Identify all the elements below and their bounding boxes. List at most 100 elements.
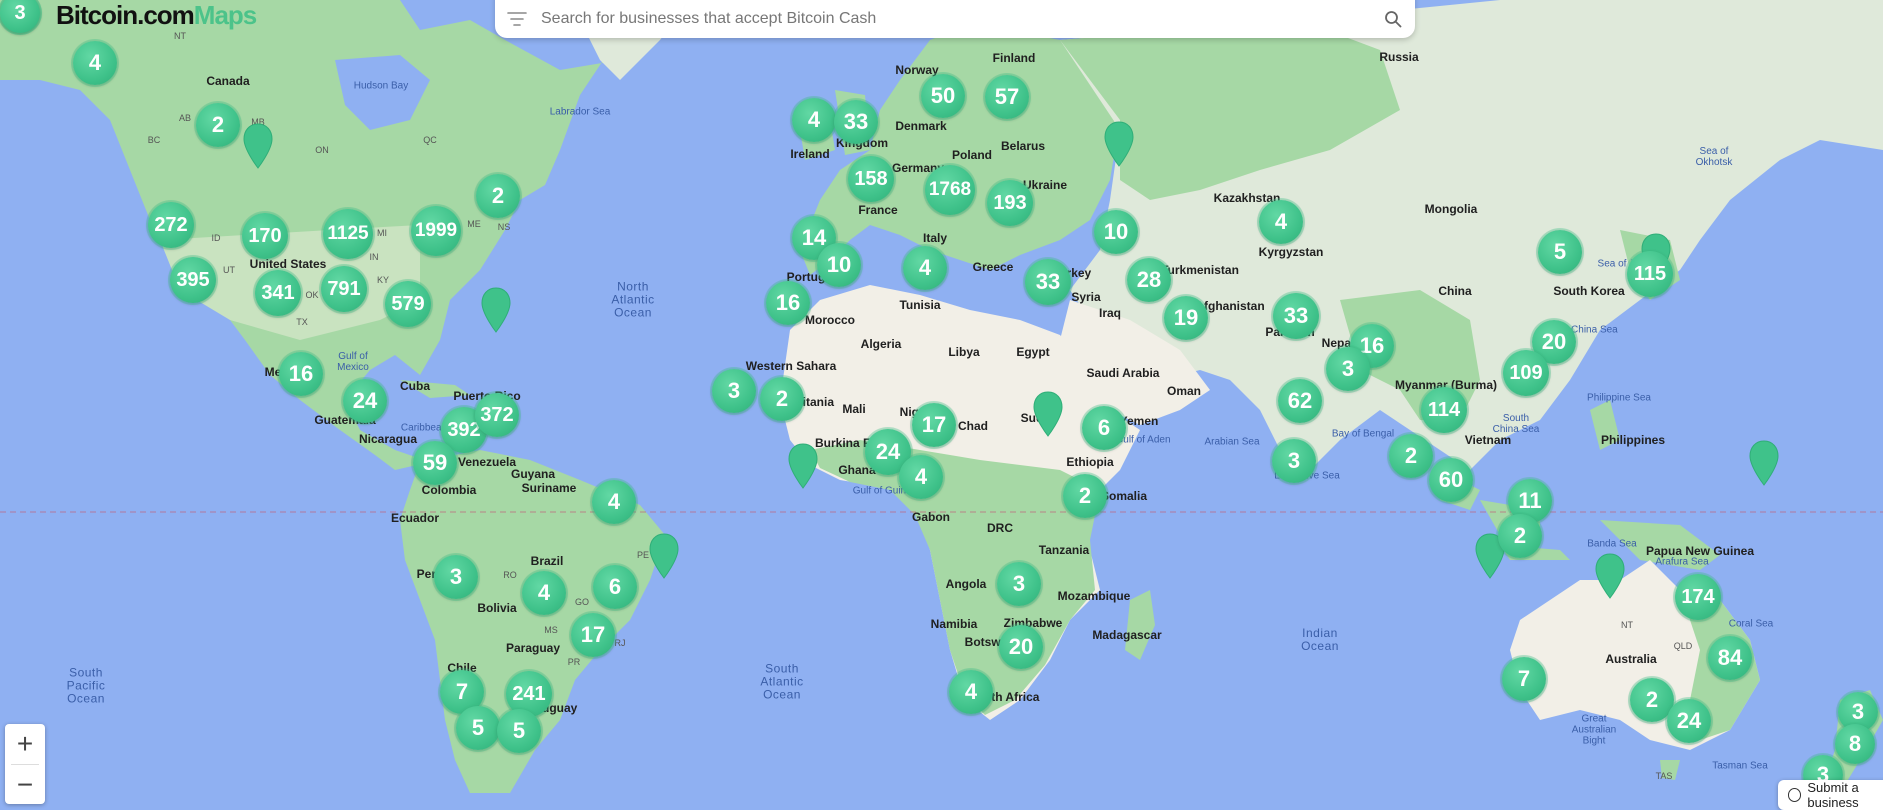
business-cluster-marker[interactable]: 10 xyxy=(1094,210,1138,254)
business-cluster-marker[interactable]: 28 xyxy=(1127,258,1171,302)
business-cluster-marker[interactable]: 4 xyxy=(522,571,566,615)
business-cluster-marker[interactable]: 1768 xyxy=(925,165,975,215)
business-cluster-marker[interactable]: 6 xyxy=(1082,406,1126,450)
sea-label: Sea of Okhotsk xyxy=(1695,146,1733,168)
business-cluster-marker[interactable]: 158 xyxy=(848,156,894,202)
business-cluster-marker[interactable]: 17 xyxy=(912,403,956,447)
business-cluster-marker[interactable]: 4 xyxy=(592,480,636,524)
business-cluster-marker[interactable]: 114 xyxy=(1421,387,1467,433)
country-label: France xyxy=(858,203,898,217)
business-cluster-marker[interactable]: 16 xyxy=(279,352,323,396)
business-cluster-marker[interactable]: 3 xyxy=(997,562,1041,606)
business-cluster-marker[interactable]: 7 xyxy=(1502,657,1546,701)
business-cluster-marker[interactable]: 60 xyxy=(1429,458,1473,502)
business-cluster-marker[interactable]: 5 xyxy=(1538,230,1582,274)
business-cluster-marker[interactable]: 6 xyxy=(593,565,637,609)
bitcoin-com-maps-logo[interactable]: Bitcoin.comMaps xyxy=(56,0,257,30)
region-label: TAS xyxy=(1655,771,1673,781)
business-cluster-marker[interactable]: 33 xyxy=(834,100,878,144)
business-cluster-marker[interactable]: 791 xyxy=(321,266,367,312)
business-cluster-marker[interactable]: 24 xyxy=(343,379,387,423)
ocean-label: South Atlantic Ocean xyxy=(760,661,804,702)
country-label: DRC xyxy=(987,521,1013,535)
business-cluster-marker[interactable]: 19 xyxy=(1164,296,1208,340)
business-cluster-marker[interactable]: 170 xyxy=(242,213,288,259)
location-pin-icon[interactable] xyxy=(1748,439,1780,487)
region-label: GO xyxy=(574,597,590,607)
business-cluster-marker[interactable]: 372 xyxy=(475,393,519,437)
business-cluster-marker[interactable]: 272 xyxy=(148,202,194,248)
location-pin-icon[interactable] xyxy=(1032,390,1064,438)
business-cluster-marker[interactable]: 1125 xyxy=(323,209,373,259)
business-cluster-marker[interactable]: 4 xyxy=(1259,200,1303,244)
business-cluster-marker[interactable]: 50 xyxy=(921,74,965,118)
region-label: TX xyxy=(296,317,308,327)
business-cluster-marker[interactable]: 2 xyxy=(1498,514,1542,558)
business-cluster-marker[interactable]: 24 xyxy=(1667,699,1711,743)
country-label: United States xyxy=(249,257,327,271)
business-cluster-marker[interactable]: 109 xyxy=(1503,350,1549,396)
location-pin-icon[interactable] xyxy=(1594,552,1626,600)
business-cluster-marker[interactable]: 2 xyxy=(760,377,804,421)
business-cluster-marker[interactable]: 341 xyxy=(255,270,301,316)
search-icon[interactable] xyxy=(1381,7,1405,31)
country-label: Belarus xyxy=(1000,139,1046,153)
business-cluster-marker[interactable]: 3 xyxy=(434,555,478,599)
location-pin-icon[interactable] xyxy=(1103,120,1135,168)
business-cluster-marker[interactable]: 5 xyxy=(497,709,541,753)
business-cluster-marker[interactable]: 579 xyxy=(385,281,431,327)
country-label: Italy xyxy=(922,231,948,245)
business-cluster-marker[interactable]: 5 xyxy=(456,706,500,750)
country-label: Somalia xyxy=(1100,489,1148,503)
business-cluster-marker[interactable]: 2 xyxy=(476,174,520,218)
location-pin-icon[interactable] xyxy=(480,286,512,334)
business-cluster-marker[interactable]: 4 xyxy=(903,246,947,290)
business-cluster-marker[interactable]: 59 xyxy=(413,441,457,485)
filter-icon[interactable] xyxy=(505,7,529,31)
search-bar[interactable] xyxy=(495,0,1415,38)
business-cluster-marker[interactable]: 57 xyxy=(985,75,1029,119)
business-cluster-marker[interactable]: 4 xyxy=(949,670,993,714)
sea-label: Bay of Bengal xyxy=(1331,428,1395,440)
business-cluster-marker[interactable]: 3 xyxy=(712,369,756,413)
business-cluster-marker[interactable]: 2 xyxy=(1063,474,1107,518)
location-pin-icon[interactable] xyxy=(648,532,680,580)
location-pin-icon[interactable] xyxy=(242,122,274,170)
business-cluster-marker[interactable]: 10 xyxy=(817,243,861,287)
business-cluster-marker[interactable]: 33 xyxy=(1025,259,1071,305)
zoom-out-button[interactable]: − xyxy=(5,765,45,805)
country-label: Syria xyxy=(1071,290,1101,304)
zoom-in-button[interactable]: + xyxy=(5,724,45,764)
sea-label: Hudson Bay xyxy=(353,80,409,92)
business-cluster-marker[interactable]: 4 xyxy=(899,455,943,499)
ocean-label: Indian Ocean xyxy=(1301,626,1339,653)
business-cluster-marker[interactable]: 33 xyxy=(1273,293,1319,339)
business-cluster-marker[interactable]: 3 xyxy=(1272,439,1316,483)
business-cluster-marker[interactable]: 62 xyxy=(1278,379,1322,423)
business-cluster-marker[interactable]: 1999 xyxy=(411,206,461,256)
sea-label: Labrador Sea xyxy=(549,106,611,118)
business-cluster-marker[interactable]: 2 xyxy=(196,103,240,147)
country-label: Egypt xyxy=(1016,345,1050,359)
business-cluster-marker[interactable]: 115 xyxy=(1627,251,1673,297)
business-cluster-marker[interactable]: 4 xyxy=(792,98,836,142)
business-cluster-marker[interactable]: 20 xyxy=(999,625,1043,669)
business-cluster-marker[interactable]: 16 xyxy=(766,281,810,325)
business-cluster-marker[interactable]: 3 xyxy=(1326,347,1370,391)
business-cluster-marker[interactable]: 174 xyxy=(1675,574,1721,620)
business-cluster-marker[interactable]: 193 xyxy=(987,180,1033,226)
submit-business-button[interactable]: Submit a business xyxy=(1778,780,1883,810)
country-label: Western Sahara xyxy=(745,359,837,373)
business-cluster-marker[interactable]: 4 xyxy=(73,41,117,85)
info-icon xyxy=(1788,788,1802,802)
region-label: IN xyxy=(369,252,379,262)
business-cluster-marker[interactable]: 17 xyxy=(571,613,615,657)
location-pin-icon[interactable] xyxy=(787,442,819,490)
business-cluster-marker[interactable]: 8 xyxy=(1835,724,1875,764)
country-label: Russia xyxy=(1379,50,1419,64)
sea-label: Gulf of Mexico xyxy=(337,351,369,373)
search-input[interactable] xyxy=(539,3,1381,35)
business-cluster-marker[interactable]: 84 xyxy=(1708,636,1752,680)
business-cluster-marker[interactable]: 2 xyxy=(1389,434,1433,478)
business-cluster-marker[interactable]: 395 xyxy=(170,257,216,303)
